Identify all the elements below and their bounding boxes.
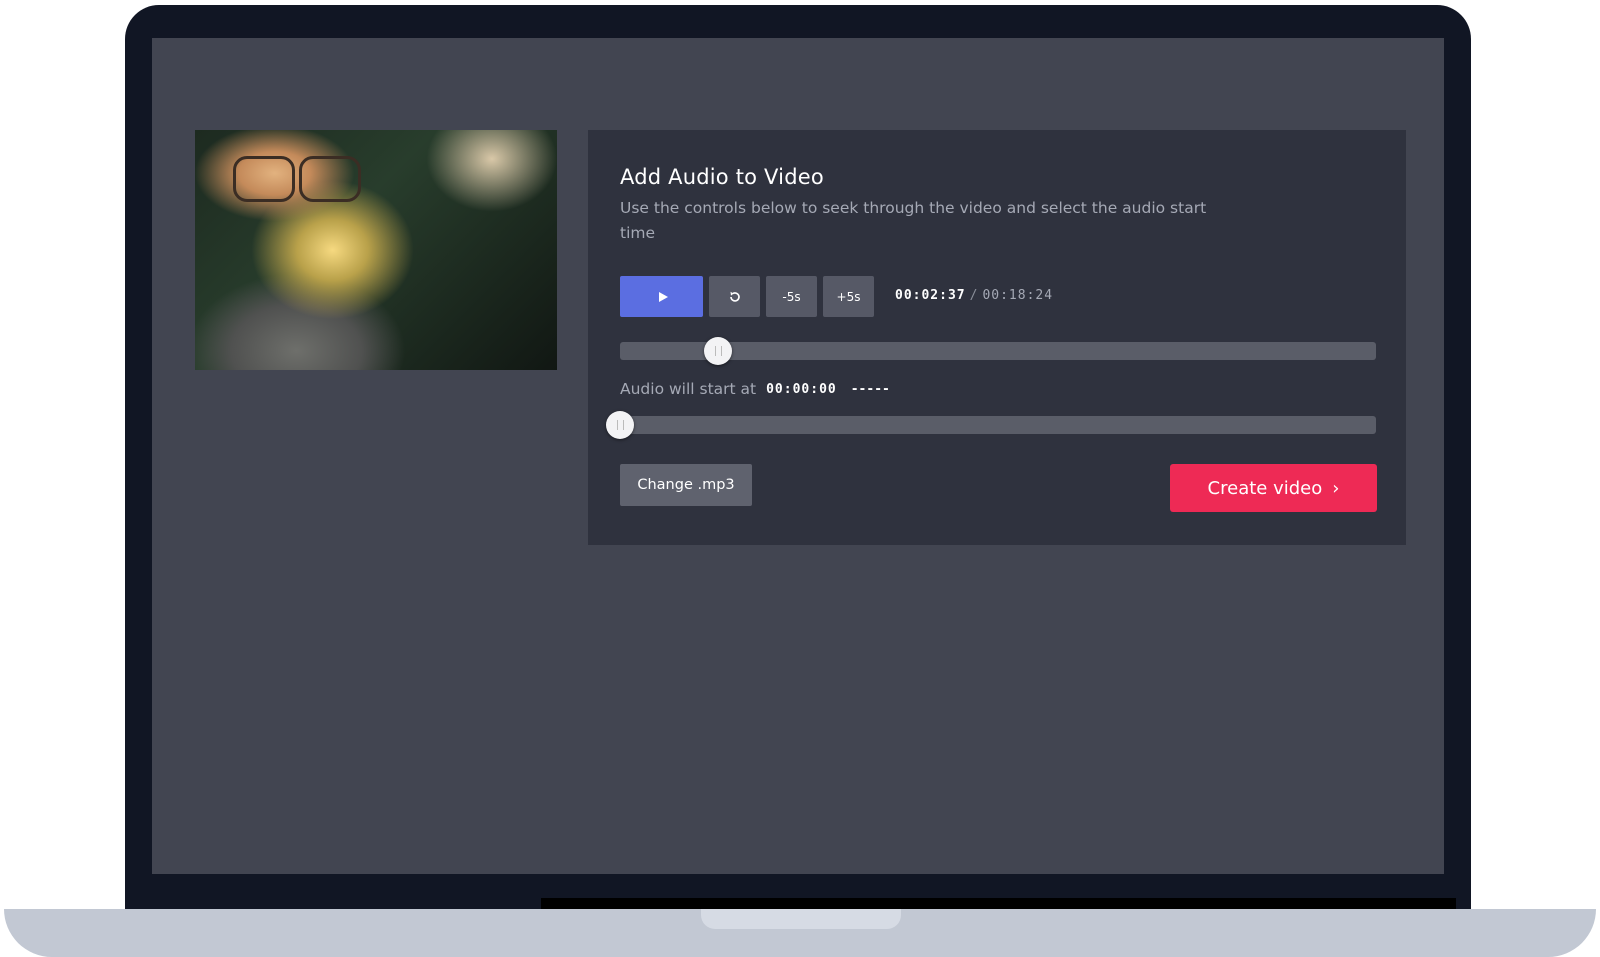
create-video-label: Create video xyxy=(1207,477,1323,499)
audio-start-row: Audio will start at 00:00:00 ----- xyxy=(620,380,890,398)
total-time: 00:18:24 xyxy=(982,288,1054,303)
audio-panel: Add Audio to Video Use the controls belo… xyxy=(588,130,1406,545)
chevron-right-icon: › xyxy=(1332,477,1340,499)
video-preview[interactable] xyxy=(195,130,557,370)
time-display: 00:02:37/00:18:24 xyxy=(895,288,1053,303)
seek-slider[interactable] xyxy=(620,337,1376,365)
audio-start-label: Audio will start at xyxy=(620,380,757,398)
video-frame-detail xyxy=(233,156,295,202)
audio-start-slider[interactable] xyxy=(606,411,1376,439)
play-icon xyxy=(658,291,668,302)
current-time: 00:02:37 xyxy=(895,288,966,303)
rewind-5s-button[interactable]: -5s xyxy=(766,276,817,317)
reset-button[interactable] xyxy=(709,276,760,317)
seek-handle[interactable] xyxy=(704,337,733,365)
app-screen: Add Audio to Video Use the controls belo… xyxy=(152,38,1444,874)
audio-start-time: 00:00:00 xyxy=(766,381,837,397)
audio-start-handle[interactable] xyxy=(606,411,634,439)
change-mp3-button[interactable]: Change .mp3 xyxy=(620,464,752,506)
forward-5s-button[interactable]: +5s xyxy=(823,276,874,317)
reset-icon xyxy=(729,291,740,302)
panel-subtitle: Use the controls below to seek through t… xyxy=(620,199,1207,242)
time-separator: / xyxy=(969,288,979,303)
panel-title: Add Audio to Video xyxy=(620,165,824,189)
play-button[interactable] xyxy=(620,276,703,317)
grip-icon xyxy=(616,420,624,430)
video-frame-detail xyxy=(299,156,361,202)
laptop-notch xyxy=(701,909,901,929)
audio-waveform-placeholder: ----- xyxy=(850,381,890,397)
grip-icon xyxy=(714,346,722,356)
create-video-button[interactable]: Create video › xyxy=(1170,464,1377,512)
